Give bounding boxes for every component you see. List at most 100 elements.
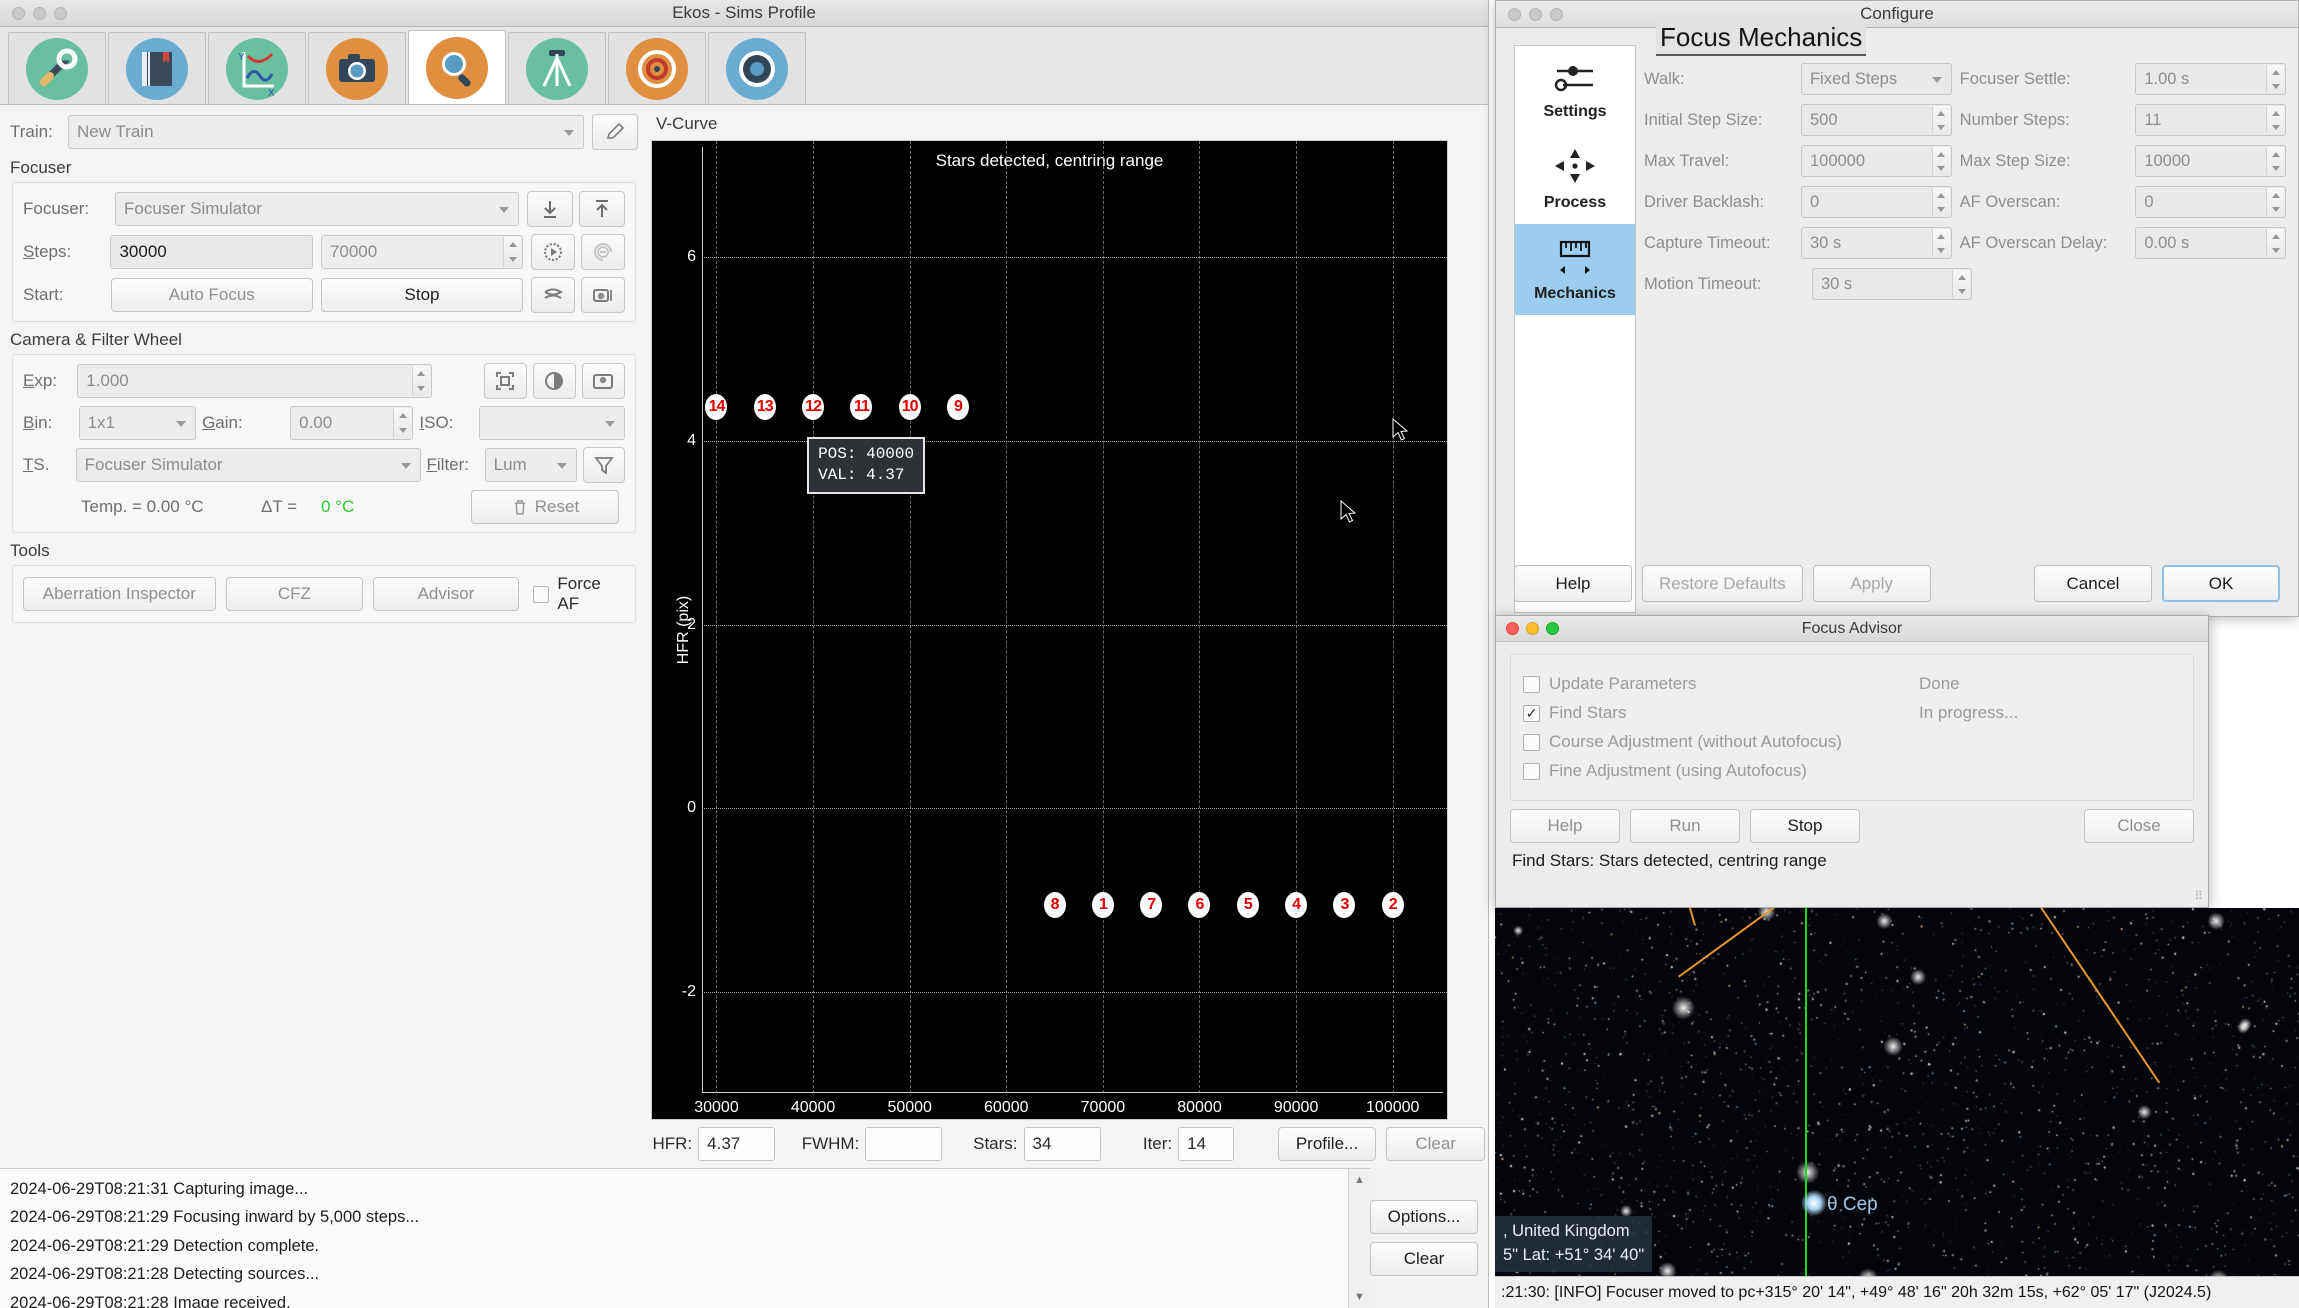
configure-field-stepper[interactable] — [1931, 106, 1950, 134]
advisor-run-button[interactable]: Run — [1630, 809, 1740, 843]
gain-stepper[interactable] — [393, 408, 412, 438]
data-point[interactable]: 9 — [946, 393, 969, 420]
profile-button[interactable]: Profile... — [1277, 1127, 1377, 1161]
stop-framing-button[interactable] — [581, 234, 625, 270]
toggle-full-field-button[interactable] — [531, 277, 576, 313]
sidebar-item-mechanics[interactable]: Mechanics — [1515, 224, 1635, 315]
configure-field-input[interactable]: 1.00 s — [2135, 63, 2286, 95]
steps-input[interactable]: 30000 — [110, 235, 313, 269]
aberration-inspector-button[interactable]: Aberration Inspector — [23, 577, 216, 611]
advisor-step-checkbox[interactable] — [1523, 762, 1540, 780]
sky-map[interactable]: A 2.5' x 9 θ Cep , United Kingdom 5" Lat… — [1495, 908, 2299, 1308]
advisor-step-checkbox[interactable] — [1523, 675, 1540, 693]
data-point[interactable]: 4 — [1285, 891, 1308, 918]
configure-field-input[interactable]: 10000 — [2135, 145, 2286, 177]
reset-button[interactable]: Reset — [471, 490, 619, 524]
force-af-box[interactable] — [532, 585, 550, 603]
data-point[interactable]: 12 — [802, 393, 825, 420]
advisor-resize-grip[interactable]: ⠿ — [2194, 889, 2203, 903]
tab-align[interactable] — [508, 32, 606, 104]
capture-button[interactable] — [581, 277, 626, 313]
force-af-checkbox[interactable]: Force AF — [532, 574, 625, 614]
data-point[interactable]: 14 — [705, 393, 728, 420]
configure-field-input[interactable]: 100000 — [1800, 145, 1952, 177]
configure-field-stepper[interactable] — [2266, 188, 2284, 216]
data-point[interactable]: 7 — [1140, 891, 1163, 918]
data-point[interactable]: 6 — [1188, 891, 1211, 918]
data-point[interactable]: 11 — [850, 393, 873, 420]
configure-field-stepper[interactable] — [2266, 106, 2284, 134]
train-combo[interactable]: New Train — [68, 115, 584, 149]
frame-select-icon-button[interactable] — [483, 363, 527, 399]
hfr-field[interactable]: 4.37 — [698, 1127, 776, 1161]
configure-field-input[interactable]: 500 — [1800, 104, 1952, 136]
configure-field-input[interactable]: 30 s — [1800, 227, 1952, 259]
filter-settings-button[interactable] — [583, 447, 626, 483]
configure-ok-button[interactable]: OK — [2162, 565, 2280, 602]
tab-focus[interactable] — [408, 30, 506, 104]
focus-out-button[interactable] — [579, 191, 625, 227]
configure-field-input[interactable]: 11 — [2135, 104, 2286, 136]
log-scrollbar[interactable]: ▲ ▼ — [1348, 1169, 1370, 1308]
focuser-combo[interactable]: Focuser Simulator — [115, 192, 519, 226]
advisor-step-row[interactable]: Course Adjustment (without Autofocus) — [1523, 732, 2181, 752]
vcurve-clear-button[interactable]: Clear — [1386, 1127, 1485, 1161]
data-point[interactable]: 2 — [1381, 891, 1404, 918]
configure-field-stepper[interactable] — [2266, 65, 2284, 93]
log-clear-button[interactable]: Clear — [1370, 1242, 1478, 1276]
configure-help-button[interactable]: Help — [1514, 565, 1632, 602]
tab-scheduler[interactable] — [108, 32, 206, 104]
configure-field-input[interactable]: 0 — [1800, 186, 1952, 218]
data-point[interactable]: 13 — [753, 393, 776, 420]
data-point[interactable]: 1 — [1091, 891, 1114, 918]
ekos-module-tabs[interactable]: Y X — [0, 27, 1488, 105]
log-panel[interactable]: 2024-06-29T08:21:31 Capturing image... 20… — [0, 1168, 1370, 1308]
cfz-button[interactable]: CFZ — [225, 577, 364, 611]
scroll-up-icon[interactable]: ▲ — [1349, 1169, 1370, 1191]
focus-in-button[interactable] — [527, 191, 573, 227]
configure-apply-button[interactable]: Apply — [1812, 565, 1931, 602]
dark-frame-icon-button[interactable] — [532, 363, 576, 399]
advisor-step-row[interactable]: Update Parameters Done — [1523, 674, 2181, 694]
sidebar-item-process[interactable]: Process — [1515, 133, 1635, 224]
iter-field[interactable]: 14 — [1178, 1127, 1234, 1161]
position-input[interactable]: 70000 — [320, 235, 524, 269]
advisor-help-button[interactable]: Help — [1510, 809, 1620, 843]
configure-sidebar[interactable]: Settings Process Mechanics — [1514, 45, 1636, 613]
configure-restore-defaults-button[interactable]: Restore Defaults — [1642, 565, 1803, 602]
data-point[interactable]: 3 — [1333, 891, 1356, 918]
vcurve-plot[interactable]: Stars detected, centring range HFR (pix)… — [651, 140, 1448, 1120]
advisor-step-checkbox[interactable] — [1523, 733, 1540, 751]
data-point[interactable]: 5 — [1236, 891, 1259, 918]
data-point[interactable]: 10 — [898, 393, 921, 420]
advisor-stop-button[interactable]: Stop — [1750, 809, 1860, 843]
sidebar-item-settings[interactable]: Settings — [1515, 46, 1635, 133]
advisor-step-checkbox[interactable]: ✓ — [1523, 704, 1540, 722]
configure-field-input[interactable]: Fixed Steps — [1800, 63, 1952, 95]
configure-field-stepper[interactable] — [2266, 147, 2284, 175]
ts-combo[interactable]: Focuser Simulator — [75, 448, 421, 482]
exposure-stepper[interactable] — [411, 366, 430, 396]
advisor-close-action-button[interactable]: Close — [2084, 809, 2194, 843]
configure-field-input[interactable]: 0 — [2135, 186, 2286, 218]
tab-guide[interactable] — [608, 32, 706, 104]
subframe-icon-button[interactable] — [581, 363, 626, 399]
tab-setup[interactable] — [8, 32, 106, 104]
configure-field-input[interactable]: 30 s — [1812, 268, 1972, 300]
log-options-button[interactable]: Options... — [1370, 1200, 1478, 1234]
stars-field[interactable]: 34 — [1023, 1127, 1101, 1161]
position-stepper[interactable] — [503, 237, 522, 267]
filter-combo[interactable]: Lum — [484, 448, 578, 482]
configure-cancel-button[interactable]: Cancel — [2034, 565, 2152, 602]
tab-capture[interactable] — [308, 32, 406, 104]
tab-mount[interactable] — [708, 32, 806, 104]
edit-train-button[interactable] — [592, 114, 638, 150]
scroll-down-icon[interactable]: ▼ — [1349, 1286, 1370, 1308]
advisor-step-row[interactable]: Fine Adjustment (using Autofocus) — [1523, 761, 2181, 781]
bin-combo[interactable]: 1x1 — [78, 406, 197, 440]
gain-input[interactable]: 0.00 — [290, 406, 414, 440]
auto-focus-button[interactable]: Auto Focus — [110, 278, 313, 312]
configure-field-stepper[interactable] — [1931, 188, 1950, 216]
configure-field-stepper[interactable] — [1952, 270, 1970, 298]
configure-field-stepper[interactable] — [2266, 229, 2284, 257]
